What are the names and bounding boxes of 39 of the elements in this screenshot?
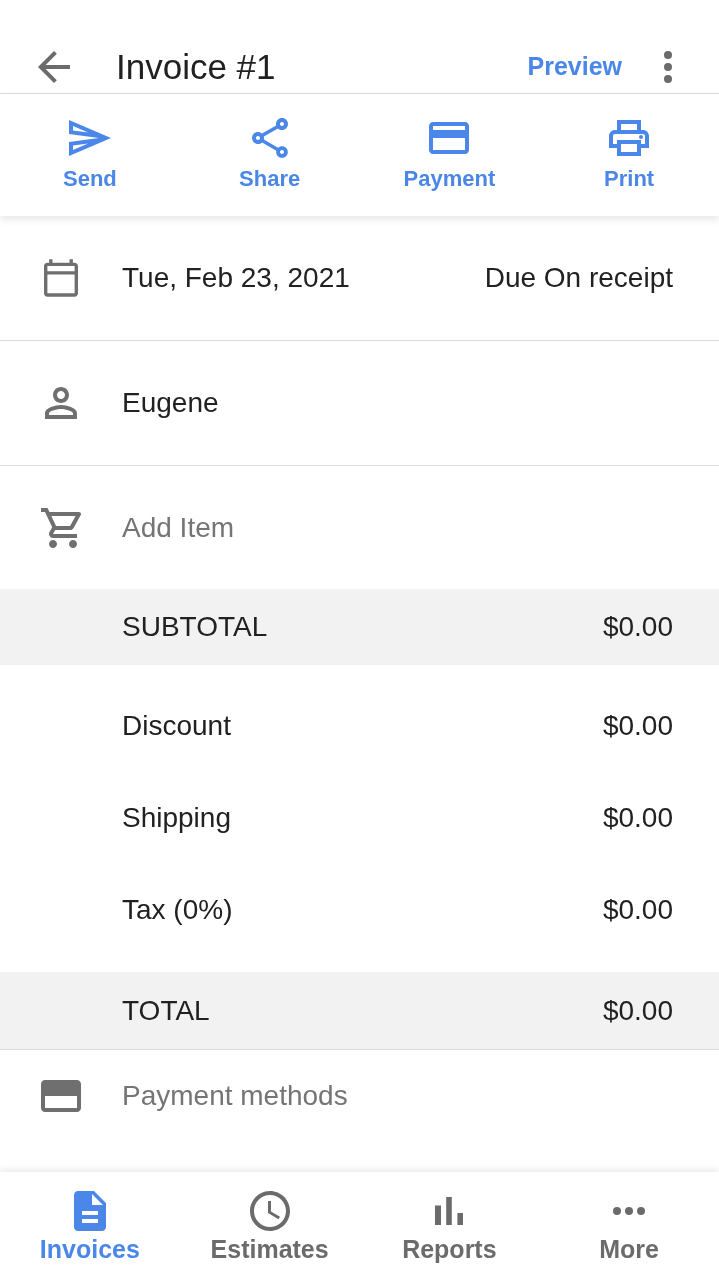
bar-chart-icon	[435, 1196, 464, 1225]
more-tab[interactable]: More	[593, 1184, 665, 1268]
summary-amount: $0.00	[602, 710, 673, 742]
payment-methods-button[interactable]: Payment methods	[122, 1080, 348, 1112]
credit-card-icon	[41, 1080, 81, 1112]
summary-label: Tax (0%)	[122, 894, 233, 926]
summary-amount: $0.00	[602, 611, 673, 643]
document-icon	[73, 1190, 106, 1231]
payment-button[interactable]: Payment	[395, 112, 504, 198]
invoice-date[interactable]: Tue, Feb 23, 2021	[122, 262, 350, 294]
share-button[interactable]: Share	[231, 112, 309, 198]
back-arrow-icon	[38, 50, 70, 83]
vertical-dots-icon	[664, 50, 672, 83]
cart-icon	[41, 507, 81, 548]
print-button[interactable]: Print	[596, 112, 663, 198]
printer-icon	[609, 120, 650, 156]
payment-terms[interactable]: Due On receipt	[484, 262, 673, 294]
summary-label: Discount	[122, 710, 231, 742]
estimates-tab[interactable]: Estimates	[204, 1184, 335, 1268]
screen-title: Invoice #1	[116, 46, 276, 87]
invoices-tab[interactable]: Invoices	[33, 1184, 146, 1268]
clock-icon	[249, 1190, 290, 1231]
horizontal-dots-icon	[613, 1206, 646, 1215]
person-icon	[45, 387, 77, 419]
send-button[interactable]: Send	[54, 112, 125, 198]
summary-label: TOTAL	[122, 994, 210, 1027]
summary-amount: $0.00	[602, 994, 673, 1027]
reports-tab[interactable]: Reports	[396, 1184, 503, 1268]
share-icon	[251, 118, 288, 158]
credit-card-icon	[429, 122, 470, 154]
calendar-icon	[44, 259, 78, 297]
send-icon	[68, 120, 111, 156]
summary-label: SUBTOTAL	[122, 611, 268, 643]
summary-label: Shipping	[122, 802, 231, 834]
add-item-button[interactable]: Add Item	[122, 507, 235, 548]
preview-button[interactable]: Preview	[527, 44, 622, 89]
customer-name[interactable]: Eugene	[122, 387, 219, 419]
summary-amount: $0.00	[602, 894, 673, 926]
summary-amount: $0.00	[602, 802, 673, 834]
